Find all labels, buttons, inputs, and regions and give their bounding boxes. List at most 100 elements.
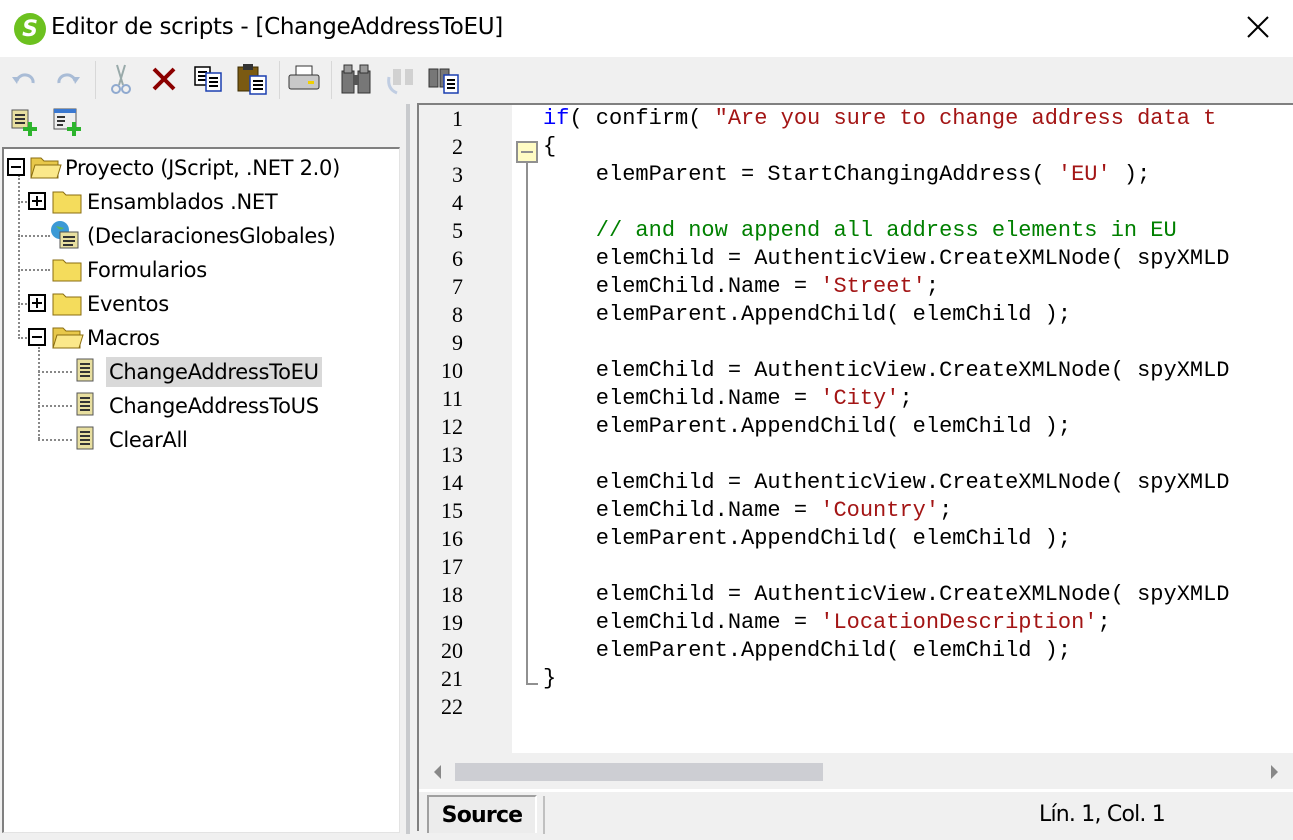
- collapse-toggle[interactable]: [28, 328, 46, 346]
- find-next-button[interactable]: [385, 63, 417, 95]
- find-button[interactable]: [340, 63, 372, 95]
- horizontal-scrollbar[interactable]: [419, 753, 1293, 789]
- tree-node-macros[interactable]: Macros: [87, 323, 160, 353]
- tree-node-macro-selected[interactable]: ChangeAddressToEU: [106, 357, 322, 387]
- code-token: elemChild = AuthenticView.CreateXMLNode(…: [543, 470, 1230, 495]
- code-text: elemParent.AppendChild( elemChild );: [543, 301, 1071, 329]
- line-number: 3: [452, 162, 463, 187]
- code-line[interactable]: 7 elemChild.Name = 'Street';: [419, 273, 1293, 301]
- tree-node-macro[interactable]: ChangeAddressToUS: [109, 391, 319, 421]
- expand-toggle[interactable]: [28, 294, 46, 312]
- code-line[interactable]: 13: [419, 441, 1293, 469]
- tree-node-global-declarations[interactable]: (DeclaracionesGlobales): [87, 221, 336, 251]
- code-token: elemChild = AuthenticView.CreateXMLNode(…: [543, 358, 1230, 383]
- line-number: 7: [452, 274, 463, 299]
- tree-node-assemblies[interactable]: Ensamblados .NET: [87, 187, 278, 217]
- scroll-add-icon: [11, 109, 37, 136]
- line-number: 11: [441, 386, 463, 411]
- code-text: {: [543, 133, 556, 161]
- code-line[interactable]: 17: [419, 553, 1293, 581]
- string-token: 'EU': [1057, 162, 1111, 187]
- code-text: if( confirm( "Are you sure to change add…: [543, 105, 1216, 133]
- code-line[interactable]: 5 // and now append all address elements…: [419, 217, 1293, 245]
- add-form-button[interactable]: [52, 106, 84, 138]
- code-token: elemChild = AuthenticView.CreateXMLNode(…: [543, 582, 1230, 607]
- delete-button[interactable]: [148, 63, 180, 95]
- scroll-right-icon[interactable]: [1267, 762, 1281, 782]
- title-bar: S Editor de scripts - [ChangeAddressToEU…: [0, 0, 1293, 57]
- code-editor[interactable]: 1 if( confirm( "Are you sure to change ad…: [417, 103, 1293, 834]
- globe-scroll-icon: [51, 221, 79, 249]
- tree-node-project[interactable]: Proyecto (JScript, .NET 2.0): [65, 153, 340, 183]
- code-line[interactable]: 12 elemParent.AppendChild( elemChild );: [419, 413, 1293, 441]
- keyword-token: if: [543, 106, 570, 131]
- pane-splitter[interactable]: [406, 104, 410, 834]
- tree-line: [18, 175, 20, 339]
- code-line[interactable]: 11 elemChild.Name = 'City';: [419, 385, 1293, 413]
- code-token: {: [543, 134, 557, 159]
- expand-toggle[interactable]: [28, 192, 46, 210]
- code-token: elemChild.Name =: [543, 610, 821, 635]
- scroll-icon: [76, 392, 94, 416]
- cut-button[interactable]: [105, 63, 137, 95]
- code-line[interactable]: 22: [419, 693, 1293, 721]
- code-line[interactable]: 6 elemChild = AuthenticView.CreateXMLNod…: [419, 245, 1293, 273]
- code-text: elemChild.Name = 'Street';: [543, 273, 939, 301]
- folder-icon: [52, 293, 82, 316]
- code-token: elemParent.AppendChild( elemChild );: [543, 526, 1072, 551]
- code-line[interactable]: 10 elemChild = AuthenticView.CreateXMLNo…: [419, 357, 1293, 385]
- code-line[interactable]: 21}: [419, 665, 1293, 693]
- code-line[interactable]: 20 elemParent.AppendChild( elemChild );: [419, 637, 1293, 665]
- code-token: ( confirm(: [569, 106, 715, 131]
- code-text: elemParent = StartChangingAddress( 'EU' …: [543, 161, 1151, 189]
- code-line[interactable]: 16 elemParent.AppendChild( elemChild );: [419, 525, 1293, 553]
- tree-node-forms[interactable]: Formularios: [87, 255, 207, 285]
- code-line[interactable]: 4: [419, 189, 1293, 217]
- code-line[interactable]: 14 elemChild = AuthenticView.CreateXMLNo…: [419, 469, 1293, 497]
- line-number: 15: [441, 498, 463, 523]
- code-line[interactable]: 8 elemParent.AppendChild( elemChild );: [419, 301, 1293, 329]
- add-macro-button[interactable]: [8, 106, 40, 138]
- tab-separator: [543, 796, 545, 834]
- main-toolbar: [0, 57, 1293, 101]
- tree-line: [18, 235, 50, 237]
- code-line[interactable]: 15 elemChild.Name = 'Country';: [419, 497, 1293, 525]
- string-token: 'City': [820, 386, 900, 411]
- code-line[interactable]: 3 elemParent = StartChangingAddress( 'EU…: [419, 161, 1293, 189]
- code-text: elemChild = AuthenticView.CreateXMLNode(…: [543, 245, 1230, 273]
- scissors-icon: [111, 64, 131, 94]
- code-line[interactable]: 18 elemChild = AuthenticView.CreateXMLNo…: [419, 581, 1293, 609]
- replace-button[interactable]: [428, 63, 460, 95]
- tree-node-macro[interactable]: ClearAll: [109, 425, 188, 455]
- redo-icon: [57, 73, 80, 84]
- code-text: elemChild.Name = 'LocationDescription';: [543, 609, 1111, 637]
- binoculars-arrow-icon: [387, 69, 413, 95]
- code-text: elemChild.Name = 'Country';: [543, 497, 952, 525]
- scrollbar-thumb[interactable]: [455, 763, 823, 781]
- paste-button[interactable]: [236, 63, 268, 95]
- line-number: 22: [441, 694, 463, 719]
- code-line[interactable]: 9: [419, 329, 1293, 357]
- tab-source[interactable]: Source: [427, 795, 537, 833]
- tree-line: [38, 439, 72, 441]
- code-line[interactable]: 19 elemChild.Name = 'LocationDescription…: [419, 609, 1293, 637]
- folder-icon: [52, 191, 82, 214]
- code-token: }: [543, 666, 557, 691]
- close-icon[interactable]: [1243, 12, 1273, 42]
- tree-node-events[interactable]: Eventos: [87, 289, 169, 319]
- code-line[interactable]: 2{: [419, 133, 1293, 161]
- editor-statusbar: Source Lín. 1, Col. 1: [419, 791, 1293, 834]
- code-token: );: [1110, 162, 1151, 187]
- code-line[interactable]: 1 if( confirm( "Are you sure to change ad…: [419, 105, 1293, 133]
- print-button[interactable]: [288, 63, 320, 95]
- scroll-left-icon[interactable]: [431, 762, 445, 782]
- redo-button[interactable]: [51, 63, 83, 95]
- code-token: elemChild.Name =: [543, 274, 821, 299]
- undo-button[interactable]: [9, 63, 41, 95]
- copy-button[interactable]: [192, 63, 224, 95]
- toolbar-separator: [331, 61, 332, 99]
- line-number: 2: [452, 134, 463, 159]
- window-title: Editor de scripts - [ChangeAddressToEU]: [51, 14, 503, 40]
- collapse-toggle[interactable]: [7, 158, 25, 176]
- folder-open-icon: [30, 157, 62, 179]
